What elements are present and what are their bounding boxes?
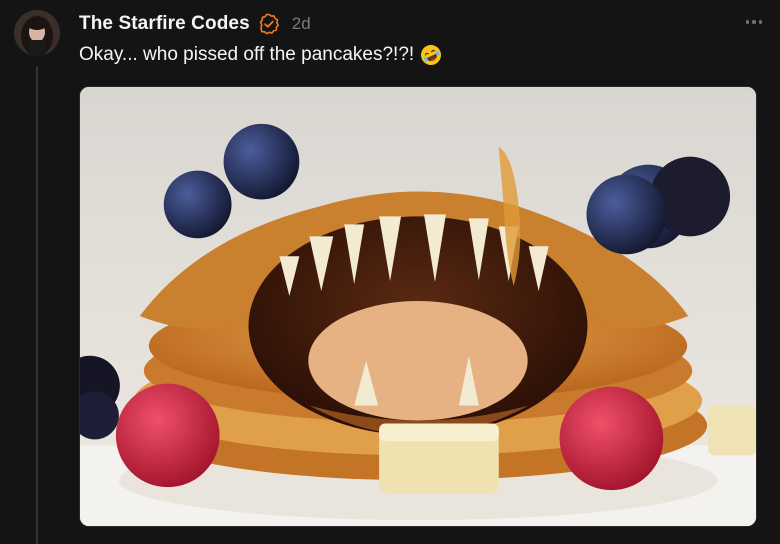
post-image[interactable] <box>79 86 757 527</box>
more-options-button[interactable] <box>740 12 768 32</box>
username[interactable]: The Starfire Codes <box>79 13 250 35</box>
more-dot <box>752 20 756 24</box>
timestamp[interactable]: 2d <box>292 14 311 34</box>
more-horizontal-icon <box>745 20 750 24</box>
post-header: The Starfire Codes 2d <box>79 11 311 37</box>
more-dot <box>758 20 763 24</box>
post-body: Okay... who pissed off the pancakes?!?! <box>79 44 415 65</box>
avatar[interactable] <box>14 10 60 56</box>
thread-line <box>36 66 38 544</box>
rolling-on-floor-laughing-emoji <box>420 44 442 66</box>
post-text: Okay... who pissed off the pancakes?!?! <box>79 44 442 66</box>
verified-badge-icon <box>258 13 280 35</box>
